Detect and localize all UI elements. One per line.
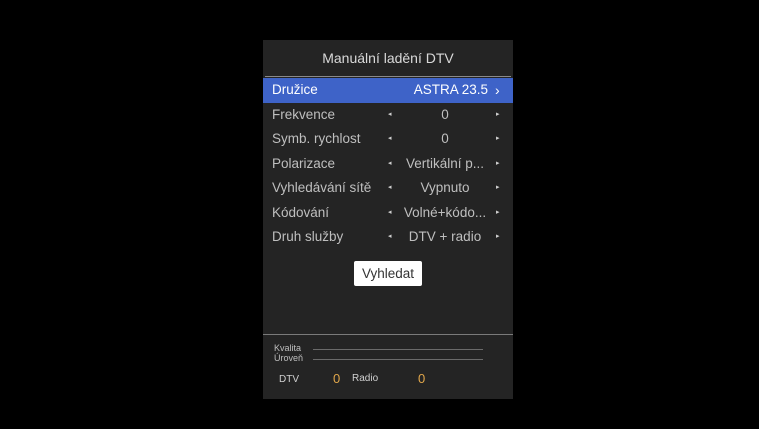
arrow-left-icon[interactable]: ◂: [388, 176, 392, 201]
arrow-left-icon[interactable]: ◂: [388, 103, 392, 128]
menu-row-value: Vypnuto: [420, 180, 470, 195]
dtv-count-label: DTV: [279, 374, 299, 385]
menu-row-label: Kódování: [272, 204, 330, 220]
menu-row-satellite[interactable]: Družice ASTRA 23.5 ›: [263, 78, 513, 103]
search-button[interactable]: Vyhledat: [354, 261, 422, 286]
menu-row-label: Polarizace: [272, 155, 336, 171]
dtv-count-value: 0: [333, 371, 341, 386]
arrow-right-icon[interactable]: ▸: [496, 103, 500, 128]
dialog-title: Manuální ladění DTV: [322, 50, 454, 66]
manual-tuning-dialog: Manuální ladění DTV Družice ASTRA 23.5 ›…: [263, 40, 513, 399]
arrow-left-icon[interactable]: ◂: [388, 127, 392, 152]
menu-row-service-type[interactable]: Druh služby ◂ DTV + radio ▸: [263, 225, 513, 250]
menu-row-value: 0: [441, 131, 449, 146]
menu-row-value: Vertikální p...: [405, 155, 485, 171]
menu-row-label: Frekvence: [272, 106, 336, 122]
level-meter: [313, 359, 483, 360]
menu-row-label: Družice: [272, 82, 318, 97]
menu-row-polarization[interactable]: Polarizace ◂ Vertikální p... ▸: [263, 152, 513, 177]
menu-row-value: ASTRA 23.5: [413, 82, 488, 97]
arrow-left-icon[interactable]: ◂: [388, 152, 392, 177]
menu-row-value: Volné+kódo...: [403, 204, 487, 220]
signal-divider: [263, 334, 513, 335]
quality-label: Kvalita: [274, 343, 302, 353]
arrow-left-icon[interactable]: ◂: [388, 201, 392, 226]
menu-row-frequency[interactable]: Frekvence ◂ 0 ▸: [263, 103, 513, 128]
menu-row-encryption[interactable]: Kódování ◂ Volné+kódo... ▸: [263, 201, 513, 226]
menu-row-network-search[interactable]: Vyhledávání sítě ◂ Vypnuto ▸: [263, 176, 513, 201]
menu-row-label: Vyhledávání sítě: [272, 180, 372, 195]
chevron-right-icon: ›: [495, 82, 500, 98]
menu-row-value: 0: [441, 106, 449, 122]
title-divider: [265, 76, 511, 77]
menu-row-label: Druh služby: [272, 229, 344, 244]
level-label: Úroveň: [274, 353, 304, 363]
arrow-right-icon[interactable]: ▸: [496, 201, 500, 226]
settings-menu: Družice ASTRA 23.5 › Frekvence ◂ 0 ▸ Sym…: [263, 78, 513, 250]
quality-meter: [313, 349, 483, 350]
arrow-right-icon[interactable]: ▸: [496, 176, 500, 201]
arrow-right-icon[interactable]: ▸: [496, 225, 500, 250]
menu-row-value: DTV + radio: [408, 229, 482, 244]
radio-count-label: Radio: [352, 373, 379, 384]
arrow-right-icon[interactable]: ▸: [496, 127, 500, 152]
menu-row-symbol-rate[interactable]: Symb. rychlost ◂ 0 ▸: [263, 127, 513, 152]
arrow-right-icon[interactable]: ▸: [496, 152, 500, 177]
arrow-left-icon[interactable]: ◂: [388, 225, 392, 250]
radio-count-value: 0: [418, 371, 426, 386]
menu-row-label: Symb. rychlost: [272, 131, 361, 146]
